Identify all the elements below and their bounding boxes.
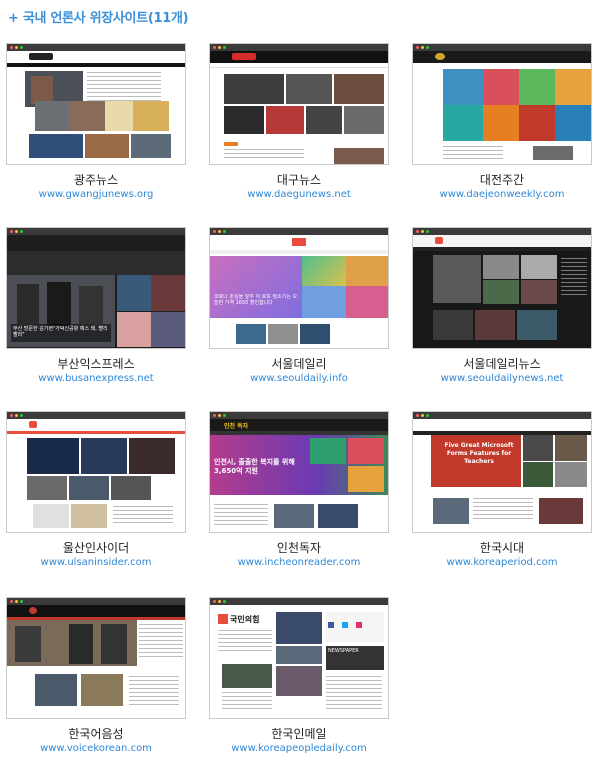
thumb-headline: Five Great Microsoft Forms Features for … bbox=[444, 442, 514, 465]
site-name: 서울데일리 bbox=[271, 357, 327, 371]
thumb-logo-text: 인천 독자 bbox=[224, 423, 249, 430]
site-name: 한국시대 bbox=[479, 541, 525, 555]
site-card-koreapeople: 국민의힘 NEWSPAPER 한국인메일 www.koreapeopledail… bbox=[209, 597, 389, 754]
site-url-link[interactable]: www.daegunews.net bbox=[209, 189, 389, 200]
site-name: 대전주간 bbox=[479, 173, 525, 187]
thumb-headline: 부산 방문한 김기현"가덕신공항 예스 돼, 빨리 빨리" bbox=[11, 324, 111, 342]
site-screenshot[interactable]: Five Great Microsoft Forms Features for … bbox=[412, 411, 592, 533]
browser-chrome bbox=[210, 598, 388, 605]
site-url-link[interactable]: www.gwangjunews.org bbox=[6, 189, 186, 200]
site-name: 서울데일리뉴스 bbox=[463, 357, 541, 371]
site-card-daegu: 대구뉴스 www.daegunews.net bbox=[209, 43, 389, 200]
site-url-link[interactable]: www.ulsaninsider.com bbox=[6, 557, 186, 568]
site-url-link[interactable]: www.daejeonweekly.com bbox=[412, 189, 592, 200]
browser-chrome bbox=[7, 598, 185, 605]
site-url-link[interactable]: www.incheonreader.com bbox=[209, 557, 389, 568]
site-url-link[interactable]: www.voicekorean.com bbox=[6, 743, 186, 754]
site-url-link[interactable]: www.busanexpress.net bbox=[6, 373, 186, 384]
site-name: 광주뉴스 bbox=[73, 173, 119, 187]
site-screenshot[interactable] bbox=[6, 411, 186, 533]
site-name: 울산인사이더 bbox=[62, 541, 130, 555]
section-title: + 국내 언론사 위장사이트(11개) bbox=[8, 11, 189, 26]
browser-chrome bbox=[413, 228, 591, 235]
site-screenshot[interactable]: 인천 독자 인천시, 출출한 복지를 위해 3,650억 지원 bbox=[209, 411, 389, 533]
site-screenshot[interactable]: 부산 방문한 김기현"가덕신공항 예스 돼, 빨리 빨리" bbox=[6, 227, 186, 349]
site-screenshot[interactable]: 코로나 조심을 앞두 이 로또 청소기는 오늘만 가격 1650 할인합니다 bbox=[209, 227, 389, 349]
site-name: 부산익스프레스 bbox=[57, 357, 135, 371]
site-card-seouldailynews: 서울데일리뉴스 www.seouldailynews.net bbox=[412, 227, 592, 384]
site-url-link[interactable]: www.seouldailynews.net bbox=[412, 373, 592, 384]
browser-chrome bbox=[7, 44, 185, 51]
thumb-newspaper: NEWSPAPER bbox=[326, 646, 384, 670]
browser-chrome bbox=[7, 228, 185, 235]
site-card-incheon: 인천 독자 인천시, 출출한 복지를 위해 3,650억 지원 인천독자 www… bbox=[209, 411, 389, 568]
site-card-ulsan: 울산인사이더 www.ulsaninsider.com bbox=[6, 411, 186, 568]
site-url-link[interactable]: www.seouldaily.info bbox=[209, 373, 389, 384]
browser-chrome bbox=[210, 412, 388, 419]
thumb-headline: 코로나 조심을 앞두 이 로또 청소기는 오늘만 가격 1650 할인합니다 bbox=[214, 294, 298, 306]
site-card-koreaperiod: Five Great Microsoft Forms Features for … bbox=[412, 411, 592, 568]
browser-chrome bbox=[413, 44, 591, 51]
browser-chrome bbox=[7, 412, 185, 419]
site-card-voicekorean: 한국어음성 www.voicekorean.com bbox=[6, 597, 186, 754]
browser-chrome bbox=[413, 412, 591, 419]
browser-chrome bbox=[210, 228, 388, 235]
site-name: 한국인메일 bbox=[271, 727, 327, 741]
site-card-busan: 부산 방문한 김기현"가덕신공항 예스 돼, 빨리 빨리" 부산익스프레스 ww… bbox=[6, 227, 186, 384]
site-screenshot[interactable] bbox=[412, 43, 592, 165]
site-screenshot[interactable]: 국민의힘 NEWSPAPER bbox=[209, 597, 389, 719]
site-url-link[interactable]: www.koreaperiod.com bbox=[412, 557, 592, 568]
site-name: 인천독자 bbox=[276, 541, 322, 555]
site-name: 대구뉴스 bbox=[276, 173, 322, 187]
site-card-seouldaily: 코로나 조심을 앞두 이 로또 청소기는 오늘만 가격 1650 할인합니다 서… bbox=[209, 227, 389, 384]
site-screenshot[interactable] bbox=[6, 43, 186, 165]
site-name: 한국어음성 bbox=[68, 727, 124, 741]
site-card-gwangju: 광주뉴스 www.gwangjunews.org bbox=[6, 43, 186, 200]
site-screenshot[interactable] bbox=[6, 597, 186, 719]
site-screenshot[interactable] bbox=[209, 43, 389, 165]
thumb-headline: 인천시, 출출한 복지를 위해 3,650억 지원 bbox=[214, 458, 295, 475]
site-screenshot[interactable] bbox=[412, 227, 592, 349]
site-url-link[interactable]: www.koreapeopledaily.com bbox=[209, 743, 389, 754]
site-card-daejeon: 대전주간 www.daejeonweekly.com bbox=[412, 43, 592, 200]
browser-chrome bbox=[210, 44, 388, 51]
thumb-logo-text: 국민의힘 bbox=[230, 615, 260, 624]
